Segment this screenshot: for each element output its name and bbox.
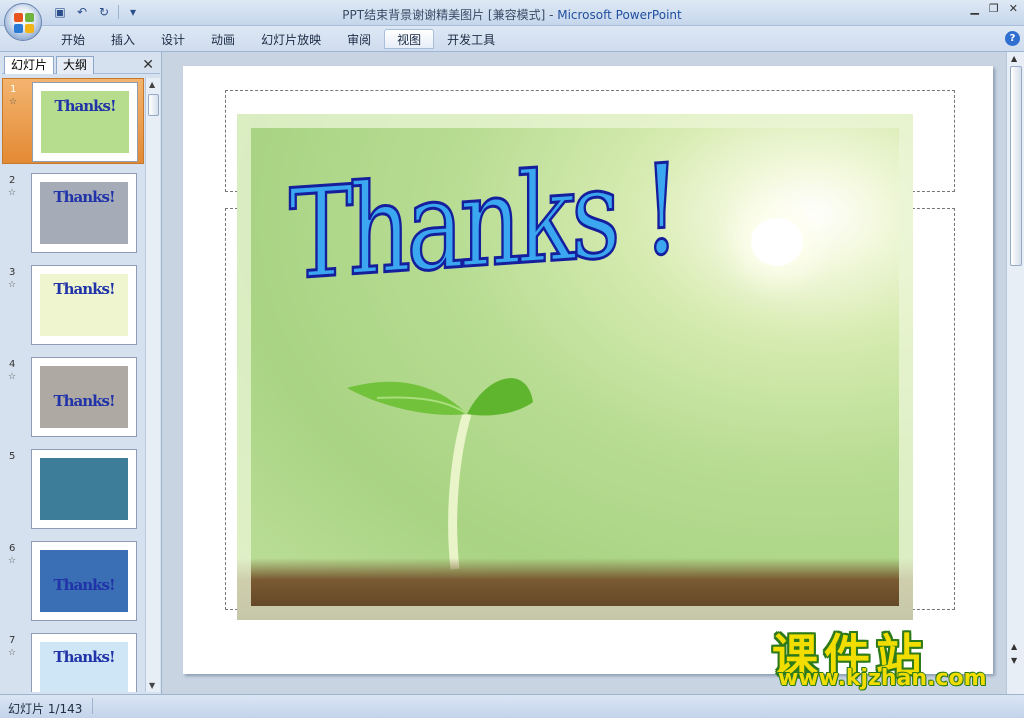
thanks-picture[interactable]: Thanks ! [237,114,913,620]
slide-thumbnail-row[interactable]: 1 ☆ Thanks! [2,78,144,164]
thumbnail-caption: Thanks! [53,648,115,666]
animation-star-icon: ☆ [8,648,17,658]
slide-thumbnail-row[interactable]: 7 ☆ Thanks! [2,630,144,692]
animation-star-icon: ☆ [8,280,17,290]
slide-number: 4 [9,359,16,370]
window-title: PPT结束背景谢谢精美图片 [兼容模式] - Microsoft PowerPo… [0,6,1024,23]
thumbnail-caption: Thanks! [54,97,116,115]
thumbnail-caption: Thanks! [53,280,115,298]
thumbnail-image: Thanks! [40,366,128,428]
thumbnail-image: Thanks! [40,642,128,692]
thumbnail-image: Thanks! [41,91,129,153]
thumbnail-image: Thanks! [40,182,128,244]
ribbon-tabs: 开始 插入 设计 动画 幻灯片放映 审阅 视图 开发工具 ? [0,26,1024,52]
slide-thumbnail-row[interactable]: 4 ☆ Thanks! [2,354,144,440]
app-name: Microsoft PowerPoint [557,8,682,22]
slide-number: 1 [10,84,17,95]
slide-number: 2 [9,175,16,186]
thumbnail-image [40,458,128,520]
slide-thumbnail[interactable]: Thanks! [32,82,138,162]
slide-number: 6 [9,543,16,554]
slide-number: 5 [9,451,16,462]
slide-thumbnail-row[interactable]: 2 ☆ Thanks! [2,170,144,256]
slide-thumbnail[interactable]: Thanks! [31,633,137,692]
tab-slides[interactable]: 幻灯片 [4,56,55,74]
ribbon-tab-0[interactable]: 开始 [48,29,98,49]
scroll-thumb[interactable] [1010,66,1022,266]
slide-canvas: Thanks ! [166,52,1006,694]
slide-thumbnail-row[interactable]: 5 [2,446,144,532]
office-button[interactable] [4,3,42,41]
canvas-scrollbar[interactable]: ▲ ▲ ▼ [1006,52,1024,694]
animation-star-icon: ☆ [8,556,17,566]
slide-thumbnail[interactable]: Thanks! [31,541,137,621]
slide-thumbnail[interactable]: Thanks! [31,357,137,437]
thumbnail-caption: Thanks! [53,576,115,594]
help-icon[interactable]: ? [1005,31,1020,46]
animation-star-icon: ☆ [9,97,18,107]
scroll-up-icon[interactable]: ▲ [149,80,155,89]
slide-thumbnail[interactable]: Thanks! [31,173,137,253]
ribbon-tab-1[interactable]: 插入 [98,29,148,49]
close-pane-icon[interactable]: ✕ [142,57,154,73]
thumbnail-caption: Thanks! [53,392,115,410]
office-logo-icon [14,13,34,33]
window-controls: ▁ ❐ ✕ [970,2,1018,15]
slide-thumbnail[interactable]: Thanks! [31,265,137,345]
thumbnail-image: Thanks! [40,274,128,336]
ribbon-tab-5[interactable]: 审阅 [334,29,384,49]
status-divider [92,698,93,714]
scroll-thumb[interactable] [148,94,159,116]
scroll-down-icon[interactable]: ▼ [149,681,155,690]
ribbon-tab-6[interactable]: 视图 [384,29,435,49]
document-title: PPT结束背景谢谢精美图片 [兼容模式] [342,8,546,22]
slide-thumbnail-row[interactable]: 6 ☆ Thanks! [2,538,144,624]
ribbon-tab-4[interactable]: 幻灯片放映 [248,29,334,49]
pane-tab-bar: 幻灯片 大纲 ✕ [2,54,160,74]
title-bar: ▣ ↶ ↻ ▾ PPT结束背景谢谢精美图片 [兼容模式] - Microsoft Po… [0,0,1024,41]
image-frame [237,114,913,620]
ribbon-tab-7[interactable]: 开发工具 [434,29,508,49]
minimize-icon[interactable]: ▁ [970,2,978,15]
tab-outline[interactable]: 大纲 [56,56,95,74]
close-window-icon[interactable]: ✕ [1009,2,1018,15]
slide-counter: 幻灯片 1/143 [8,702,83,716]
ribbon-tab-3[interactable]: 动画 [198,29,248,49]
animation-star-icon: ☆ [8,372,17,382]
current-slide[interactable]: Thanks ! [183,66,993,674]
ribbon-tab-list: 开始 插入 设计 动画 幻灯片放映 审阅 视图 开发工具 [48,29,508,49]
restore-icon[interactable]: ❐ [989,2,999,15]
slide-number: 7 [9,635,16,646]
watermark: 课件站 www.kjzhan.com [772,620,1012,694]
slide-number: 3 [9,267,16,278]
title-separator: - [545,8,558,22]
slide-thumbnail[interactable] [31,449,137,529]
slides-pane: 幻灯片 大纲 ✕ 1 ☆ Thanks! 2 ☆ Thanks! 3 ☆ Thanks! 4 ☆ Th… [0,52,162,694]
slide-thumbnail-row[interactable]: 3 ☆ Thanks! [2,262,144,348]
slide-thumbnails: 1 ☆ Thanks! 2 ☆ Thanks! 3 ☆ Thanks! 4 ☆ Thanks! 5 6 ☆ T… [2,78,144,692]
status-bar: 幻灯片 1/143 [0,694,1024,718]
thumbnail-caption: Thanks! [53,188,115,206]
thumbnail-scrollbar[interactable]: ▲ ▼ [145,78,160,692]
scroll-up-icon[interactable]: ▲ [1011,54,1017,63]
thumbnail-image: Thanks! [40,550,128,612]
watermark-url: www.kjzhan.com [778,666,987,691]
ribbon-tab-2[interactable]: 设计 [148,29,198,49]
animation-star-icon: ☆ [8,188,17,198]
